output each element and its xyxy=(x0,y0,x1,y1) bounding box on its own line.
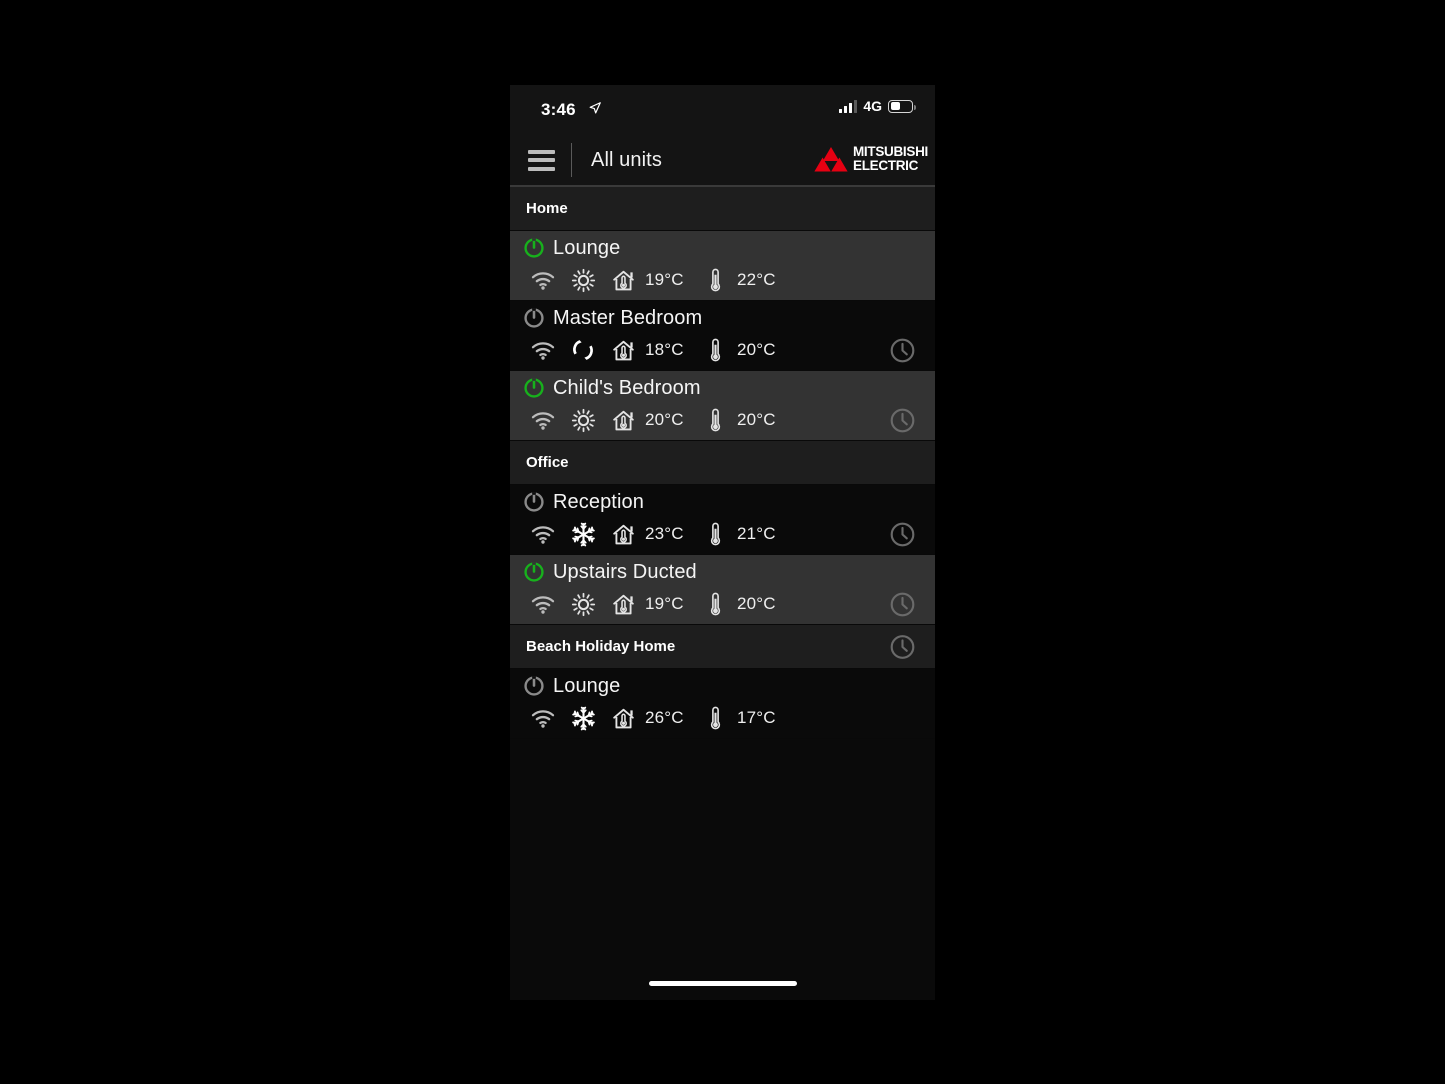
unit-row-status: 26°C 17°C xyxy=(523,703,935,733)
thermometer-icon xyxy=(695,522,735,547)
room-temperature: 19°C xyxy=(645,594,684,613)
unit-row[interactable]: Child's Bedroom 20°C 20°C xyxy=(510,371,935,441)
set-temperature: 20°C xyxy=(737,410,776,429)
unit-row[interactable]: Master Bedroom 18°C 20°C xyxy=(510,301,935,371)
signal-bars-icon xyxy=(839,99,858,113)
unit-row[interactable]: Lounge 19°C 22°C xyxy=(510,231,935,301)
unit-row[interactable]: Lounge 26°C 17°C xyxy=(510,669,935,739)
unit-list: Home Lounge 19°C 22°C Master Bedroom 18°… xyxy=(510,187,935,739)
sun-icon[interactable] xyxy=(563,592,603,617)
unit-name: Lounge xyxy=(553,674,621,697)
thermometer-icon xyxy=(695,408,735,433)
power-icon[interactable] xyxy=(523,675,545,697)
wifi-icon xyxy=(523,271,563,290)
room-temperature: 26°C xyxy=(645,708,684,727)
status-bar: 3:46 4G xyxy=(510,85,935,135)
unit-row-status: 19°C 22°C xyxy=(523,265,935,295)
unit-row-header: Upstairs Ducted xyxy=(523,555,935,589)
room-temperature: 19°C xyxy=(645,270,684,289)
thermometer-icon xyxy=(695,268,735,293)
snowflake-icon[interactable] xyxy=(563,522,603,547)
status-bar-time: 3:46 xyxy=(541,100,576,119)
wifi-icon xyxy=(523,709,563,728)
unit-name: Upstairs Ducted xyxy=(553,560,697,583)
room-temperature: 20°C xyxy=(645,410,684,429)
status-bar-indicators: 4G xyxy=(839,98,916,114)
network-type-label: 4G xyxy=(863,98,882,114)
power-icon[interactable] xyxy=(523,307,545,329)
clock-icon[interactable] xyxy=(889,633,916,660)
location-arrow-icon xyxy=(589,102,601,114)
unit-name: Child's Bedroom xyxy=(553,376,701,399)
house-thermometer-icon xyxy=(603,592,643,617)
group-header-label: Home xyxy=(526,200,568,217)
set-temperature: 21°C xyxy=(737,524,776,543)
set-temperature: 20°C xyxy=(737,340,776,359)
page-title: All units xyxy=(591,148,662,171)
brand-logo: MITSUBISHI ELECTRIC xyxy=(813,144,928,174)
wifi-icon xyxy=(523,595,563,614)
house-thermometer-icon xyxy=(603,706,643,731)
group-header-label: Beach Holiday Home xyxy=(526,638,676,655)
unit-row-header: Master Bedroom xyxy=(523,301,935,335)
unit-row-status: 19°C 20°C xyxy=(523,589,935,619)
sun-icon[interactable] xyxy=(563,268,603,293)
clock-icon[interactable] xyxy=(889,337,916,364)
thermometer-icon xyxy=(695,338,735,363)
unit-row-header: Lounge xyxy=(523,669,935,703)
unit-row-header: Child's Bedroom xyxy=(523,371,935,405)
group-header-label: Office xyxy=(526,454,569,471)
room-temperature: 23°C xyxy=(645,524,684,543)
hamburger-menu-icon[interactable] xyxy=(528,149,555,171)
snowflake-icon[interactable] xyxy=(563,706,603,731)
clock-icon[interactable] xyxy=(889,521,916,548)
battery-icon xyxy=(888,99,916,113)
wifi-icon xyxy=(523,411,563,430)
brand-line-1: MITSUBISHI xyxy=(852,144,928,160)
set-temperature: 20°C xyxy=(737,594,776,613)
clock-icon[interactable] xyxy=(889,591,916,618)
sun-icon[interactable] xyxy=(563,408,603,433)
set-temperature: 22°C xyxy=(737,270,776,289)
unit-row-header: Reception xyxy=(523,485,935,519)
clock-icon[interactable] xyxy=(889,407,916,434)
battery-level-fill xyxy=(890,102,900,110)
home-indicator-bar[interactable] xyxy=(648,981,797,986)
brand-line-2: ELECTRIC xyxy=(852,158,919,173)
set-temperature: 17°C xyxy=(737,708,776,727)
brand-wordmark: MITSUBISHI ELECTRIC xyxy=(853,145,928,173)
phone-screen: 3:46 4G All units MITSUBISHI ELECTRIC Ho… xyxy=(510,85,935,1000)
group-header[interactable]: Home xyxy=(510,187,935,231)
unit-row[interactable]: Upstairs Ducted 19°C 20°C xyxy=(510,555,935,625)
group-header[interactable]: Beach Holiday Home xyxy=(510,625,935,669)
screen-background: 3:46 4G All units MITSUBISHI ELECTRIC Ho… xyxy=(0,0,1445,1084)
house-thermometer-icon xyxy=(603,522,643,547)
unit-row-status: 18°C 20°C xyxy=(523,335,935,365)
unit-row-status: 23°C 21°C xyxy=(523,519,935,549)
power-icon[interactable] xyxy=(523,377,545,399)
wifi-icon xyxy=(523,341,563,360)
unit-row-header: Lounge xyxy=(523,231,935,265)
power-icon[interactable] xyxy=(523,491,545,513)
unit-row-status: 20°C 20°C xyxy=(523,405,935,435)
wifi-icon xyxy=(523,525,563,544)
power-icon[interactable] xyxy=(523,561,545,583)
auto-cycle-icon[interactable] xyxy=(563,338,603,362)
thermometer-icon xyxy=(695,706,735,731)
app-bar: All units MITSUBISHI ELECTRIC xyxy=(510,135,935,185)
mitsubishi-diamonds-icon xyxy=(814,147,848,172)
unit-row[interactable]: Reception 23°C 21°C xyxy=(510,485,935,555)
house-thermometer-icon xyxy=(603,408,643,433)
unit-name: Master Bedroom xyxy=(553,306,703,329)
app-bar-divider xyxy=(571,143,572,177)
thermometer-icon xyxy=(695,592,735,617)
power-icon[interactable] xyxy=(523,237,545,259)
house-thermometer-icon xyxy=(603,338,643,363)
group-header[interactable]: Office xyxy=(510,441,935,485)
house-thermometer-icon xyxy=(603,268,643,293)
unit-name: Reception xyxy=(553,490,644,513)
unit-name: Lounge xyxy=(553,236,621,259)
room-temperature: 18°C xyxy=(645,340,684,359)
